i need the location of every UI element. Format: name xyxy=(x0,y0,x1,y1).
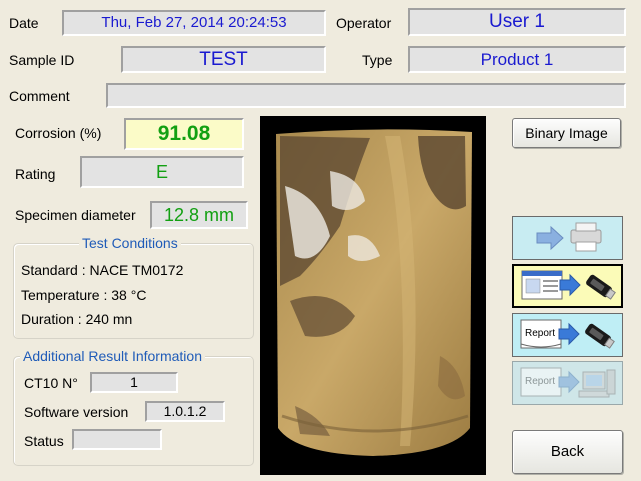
duration-text: Duration : 240 mn xyxy=(21,311,133,327)
operator-field: User 1 xyxy=(408,8,626,36)
software-version-value: 1.0.1.2 xyxy=(145,401,225,422)
specimen-diameter-value: 12.8 mm xyxy=(150,201,248,229)
export-image-button[interactable] xyxy=(512,264,623,308)
image-to-usb-icon xyxy=(521,270,616,300)
report-to-usb-icon: Report xyxy=(520,319,615,349)
status-label: Status xyxy=(24,433,64,449)
rating-label: Rating xyxy=(15,166,56,182)
test-conditions-title: Test Conditions xyxy=(79,235,181,251)
software-version-label: Software version xyxy=(24,404,129,420)
comment-label: Comment xyxy=(9,88,70,104)
print-button[interactable] xyxy=(512,216,623,260)
sample-id-field: TEST xyxy=(121,46,326,73)
back-button[interactable]: Back xyxy=(512,430,623,474)
type-label: Type xyxy=(362,52,393,68)
specimen-image-panel xyxy=(260,116,486,475)
temperature-text: Temperature : 38 °C xyxy=(21,287,147,303)
date-field: Thu, Feb 27, 2014 20:24:53 xyxy=(62,10,326,36)
specimen-photo xyxy=(276,129,472,456)
report-icon-text: Report xyxy=(525,328,555,339)
ct10-label: CT10 N° xyxy=(24,375,78,391)
sample-id-label: Sample ID xyxy=(9,52,75,68)
report-to-computer-icon: Report xyxy=(520,367,616,398)
binary-image-button[interactable]: Binary Image xyxy=(512,118,621,148)
report-to-computer-button[interactable]: Report xyxy=(512,361,623,405)
rating-value: E xyxy=(80,156,244,188)
status-value xyxy=(72,429,162,450)
type-field: Product 1 xyxy=(408,46,626,73)
comment-field xyxy=(106,83,626,108)
report-disabled-icon-text: Report xyxy=(525,376,555,387)
arrow-to-printer-icon xyxy=(536,222,602,252)
operator-label: Operator xyxy=(336,15,392,31)
additional-info-title: Additional Result Information xyxy=(20,348,205,364)
export-report-button[interactable]: Report xyxy=(512,313,623,357)
corrosion-label: Corrosion (%) xyxy=(15,125,102,141)
ct10-value: 1 xyxy=(90,372,178,393)
date-label: Date xyxy=(9,15,39,31)
specimen-diameter-label: Specimen diameter xyxy=(15,207,136,223)
corrosion-value: 91.08 xyxy=(124,118,244,150)
standard-text: Standard : NACE TM0172 xyxy=(21,262,184,278)
